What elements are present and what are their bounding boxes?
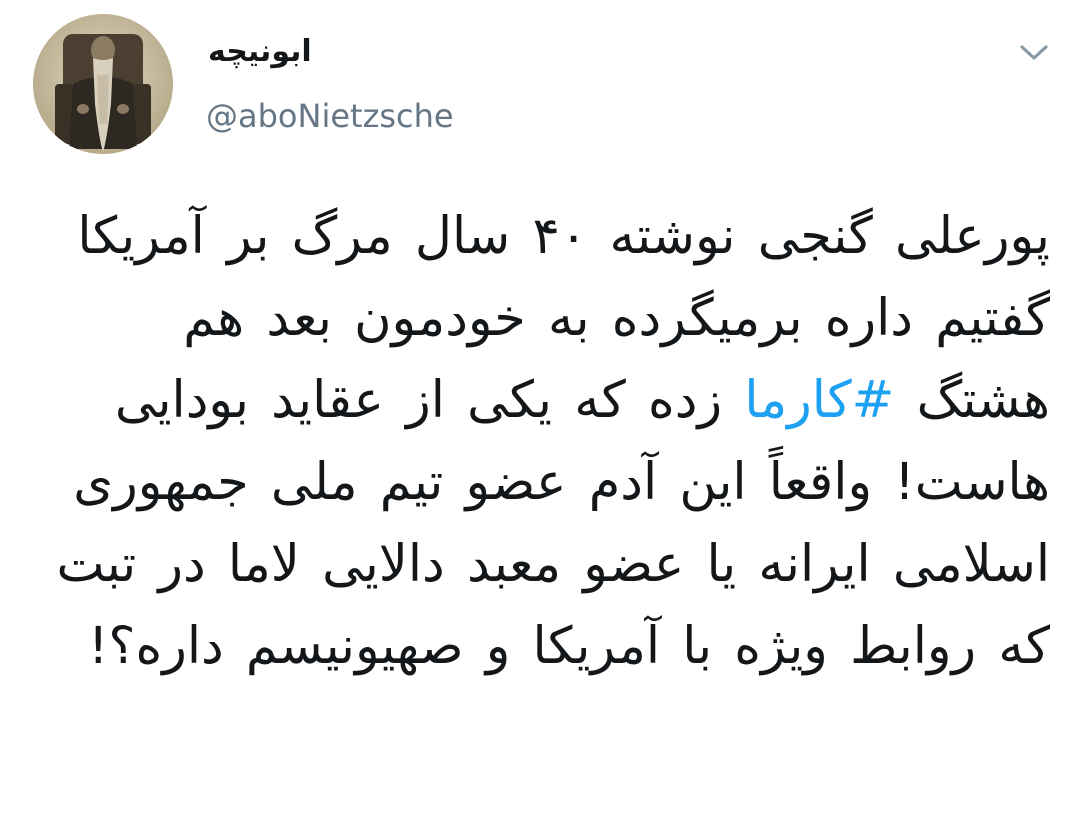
chevron-down-icon[interactable]: [1016, 38, 1052, 66]
display-name[interactable]: ابونیچه: [208, 30, 312, 74]
avatar-image: [33, 14, 173, 154]
tweet: ابونیچه @aboNietzsche پورعلی گنجی نوشته …: [0, 0, 1080, 835]
tweet-text: پورعلی گنجی نوشته ۴۰ سال مرگ بر آمریکا گ…: [40, 196, 1050, 688]
avatar[interactable]: [33, 14, 173, 154]
hashtag-link[interactable]: #کارما: [744, 371, 894, 430]
user-handle[interactable]: @aboNietzsche: [206, 94, 454, 138]
